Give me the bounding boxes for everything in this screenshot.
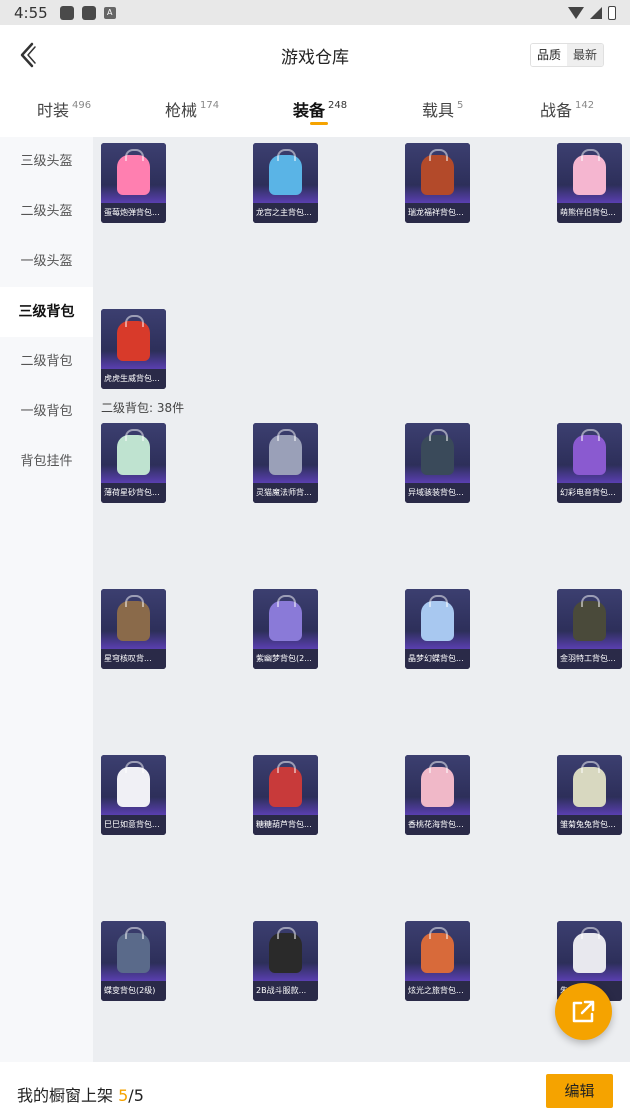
tab-equipment[interactable]: 装备 248 (293, 97, 347, 121)
backpack-icon (117, 595, 150, 641)
wifi-icon (568, 6, 584, 19)
backpack-icon (573, 595, 606, 641)
item-name: 晶梦幻蝶背包... (405, 649, 470, 669)
backpack-icon (117, 429, 150, 475)
item-name: 糖糖葫芦背包... (253, 815, 318, 835)
backpack-icon (117, 149, 150, 195)
item-card[interactable]: 2B战斗服款... (253, 921, 318, 1001)
status-time: 4:55 (14, 3, 48, 22)
item-name: 瑞龙福祥背包... (405, 203, 470, 223)
external-link-icon (572, 1000, 595, 1023)
item-card[interactable]: 紫幽梦背包(2... (253, 589, 318, 669)
tab-vehicles[interactable]: 载具 5 (422, 97, 463, 121)
item-card[interactable]: 炫光之旅背包... (405, 921, 470, 1001)
category-tabs: 时装 496 枪械 174 装备 248 载具 5 战备 142 (0, 85, 630, 137)
item-name: 金羽特工背包... (557, 649, 622, 669)
status-bar: 4:55 A (0, 0, 630, 25)
backpack-icon (421, 927, 454, 973)
item-card[interactable]: 星穹核叹背... (101, 589, 166, 669)
active-tab-indicator (310, 122, 328, 125)
item-card[interactable]: 异域骇装背包... (405, 423, 470, 503)
item-card[interactable]: 幻彩电音背包... (557, 423, 622, 503)
backpack-icon (421, 429, 454, 475)
backpack-icon (269, 149, 302, 195)
item-card[interactable]: 虎虎生威背包... (101, 309, 166, 389)
backpack-icon (269, 761, 302, 807)
item-name: 萌熊伴侣背包... (557, 203, 622, 223)
tab-supplies[interactable]: 战备 142 (540, 97, 594, 121)
item-name: 紫幽梦背包(2... (253, 649, 318, 669)
item-grid: 蛋莓炮弹背包... 龙宫之主背包... 瑞龙福祥背包... 萌熊伴侣背包... 虎虎生威… (93, 137, 630, 1062)
share-fab[interactable] (555, 983, 612, 1040)
item-card[interactable]: 瑞龙福祥背包... (405, 143, 470, 223)
item-card[interactable]: 雏菊兔兔背包... (557, 755, 622, 835)
item-card[interactable]: 薄荷星砂背包... (101, 423, 166, 503)
notification-icon (81, 5, 96, 20)
header: 游戏仓库 品质 最新 (0, 25, 630, 85)
bottom-bar: 我的橱窗上架 5/5 编辑 (0, 1062, 630, 1120)
backpack-icon (117, 927, 150, 973)
backpack-icon (269, 927, 302, 973)
notification-icon (59, 5, 74, 20)
sidebar-item-lv2-helmet[interactable]: 二级头盔 (0, 187, 93, 237)
backpack-icon (421, 761, 454, 807)
sidebar: 三级头盔 二级头盔 一级头盔 三级背包 二级背包 一级背包 背包挂件 (0, 137, 93, 1062)
item-name: 龙宫之主背包... (253, 203, 318, 223)
item-card[interactable]: 巳巳如意背包... (101, 755, 166, 835)
item-name: 虎虎生威背包... (101, 369, 166, 389)
item-name: 蛋莓炮弹背包... (101, 203, 166, 223)
item-name: 异域骇装背包... (405, 483, 470, 503)
item-card[interactable]: 糖糖葫芦背包... (253, 755, 318, 835)
item-name: 雏菊兔兔背包... (557, 815, 622, 835)
a-icon: A (103, 6, 116, 19)
item-name: 2B战斗服款... (253, 981, 318, 1001)
sidebar-item-lv3-helmet[interactable]: 三级头盔 (0, 137, 93, 187)
item-name: 巳巳如意背包... (101, 815, 166, 835)
sidebar-item-lv2-backpack[interactable]: 二级背包 (0, 337, 93, 387)
item-card[interactable]: 香桃花海背包... (405, 755, 470, 835)
item-name: 香桃花海背包... (405, 815, 470, 835)
backpack-icon (269, 595, 302, 641)
item-name: 灵猫魔法师背... (253, 483, 318, 503)
item-name: 星穹核叹背... (101, 649, 166, 669)
sort-quality-button[interactable]: 品质 (530, 44, 567, 66)
backpack-icon (117, 315, 150, 361)
item-card[interactable]: 晶梦幻蝶背包... (405, 589, 470, 669)
backpack-icon (573, 149, 606, 195)
backpack-icon (117, 761, 150, 807)
item-name: 炫光之旅背包... (405, 981, 470, 1001)
tab-guns[interactable]: 枪械 174 (165, 97, 219, 121)
item-card[interactable]: 蛋莓炮弹背包... (101, 143, 166, 223)
sort-newest-button[interactable]: 最新 (566, 44, 603, 66)
battery-icon (608, 5, 616, 20)
sort-toggle: 品质 最新 (529, 43, 604, 67)
tab-fashion[interactable]: 时装 496 (37, 97, 91, 121)
sidebar-item-lv3-backpack[interactable]: 三级背包 (0, 287, 93, 337)
section-label-lv2: 二级背包: 38件 (101, 401, 185, 415)
item-card[interactable]: 萌熊伴侣背包... (557, 143, 622, 223)
sidebar-item-backpack-charm[interactable]: 背包挂件 (0, 437, 93, 487)
backpack-icon (421, 149, 454, 195)
backpack-icon (573, 927, 606, 973)
item-name: 薄荷星砂背包... (101, 483, 166, 503)
backpack-icon (421, 595, 454, 641)
signal-icon (590, 6, 602, 19)
item-card[interactable]: 龙宫之主背包... (253, 143, 318, 223)
item-name: 蝶变背包(2级) (101, 981, 166, 1001)
item-card[interactable]: 蝶变背包(2级) (101, 921, 166, 1001)
showcase-status: 我的橱窗上架 5/5 (17, 1086, 144, 1105)
item-card[interactable]: 金羽特工背包... (557, 589, 622, 669)
backpack-icon (269, 429, 302, 475)
item-name: 幻彩电音背包... (557, 483, 622, 503)
edit-button[interactable]: 编辑 (546, 1074, 613, 1108)
backpack-icon (573, 761, 606, 807)
backpack-icon (573, 429, 606, 475)
item-card[interactable]: 灵猫魔法师背... (253, 423, 318, 503)
sidebar-item-lv1-backpack[interactable]: 一级背包 (0, 387, 93, 437)
sidebar-item-lv1-helmet[interactable]: 一级头盔 (0, 237, 93, 287)
